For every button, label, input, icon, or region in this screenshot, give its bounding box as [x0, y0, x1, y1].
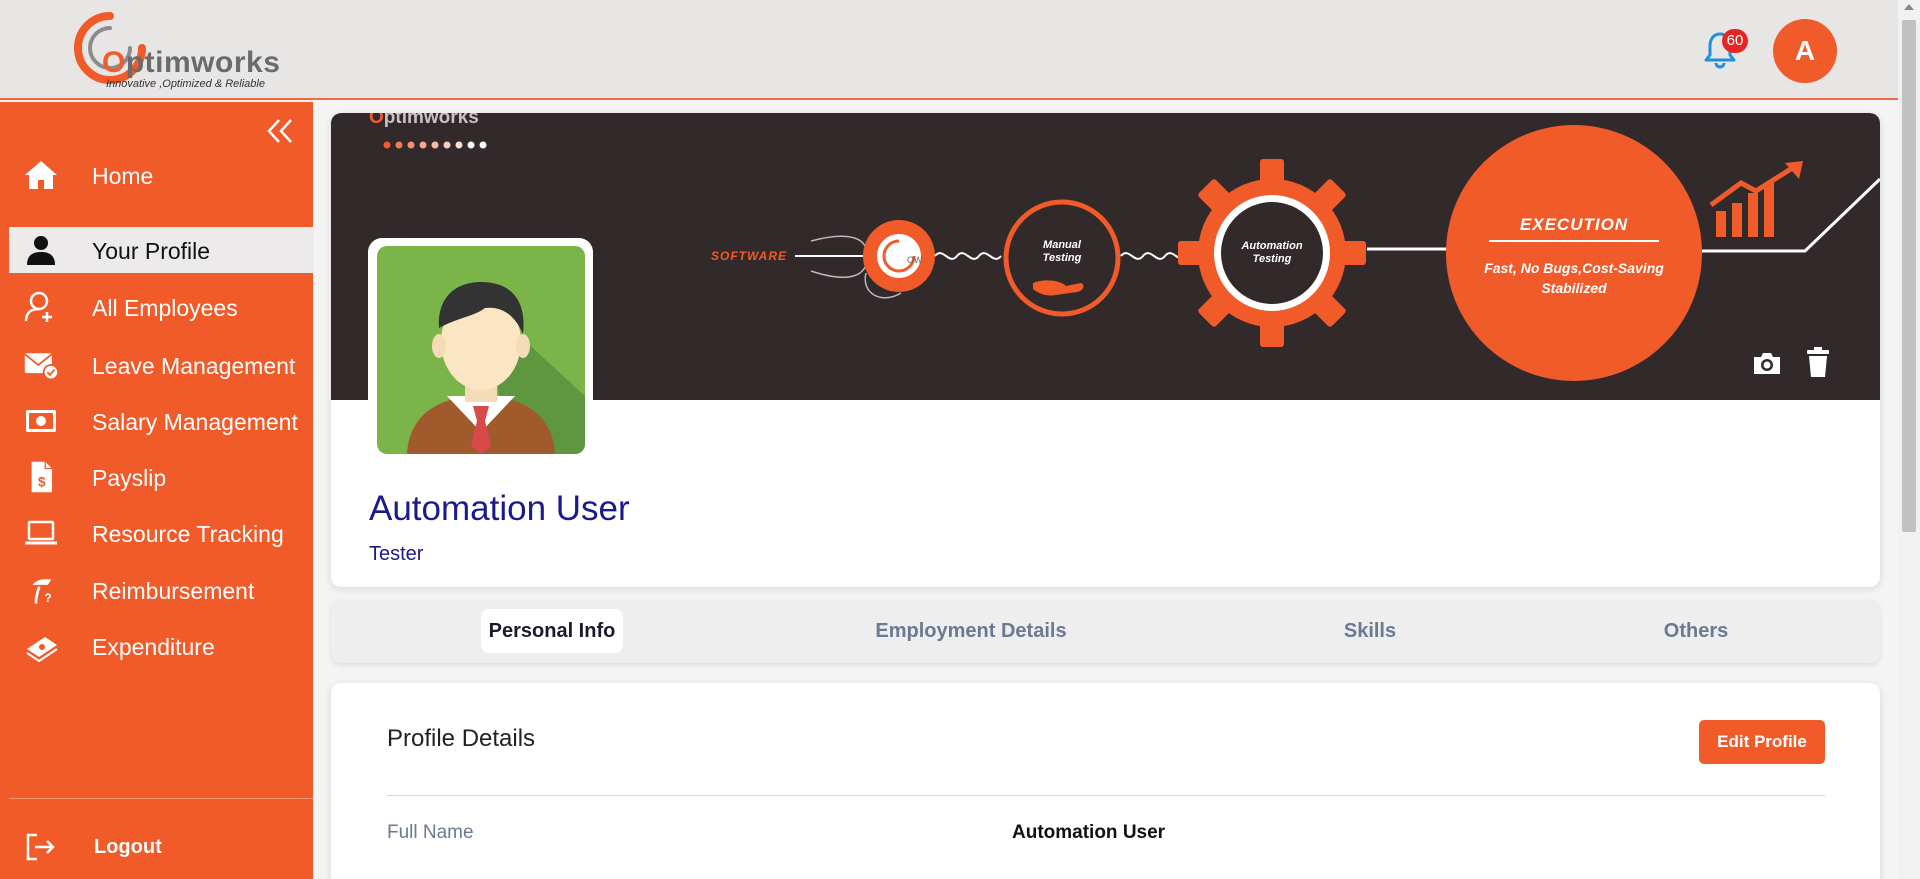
company-logo[interactable]: Optimworks Innovative ,Optimized & Relia… — [70, 8, 290, 92]
cash-stack-icon — [26, 637, 58, 663]
profile-photo[interactable] — [377, 246, 585, 454]
banner-logo: Optimworks — [369, 113, 479, 128]
trash-icon[interactable] — [1805, 346, 1831, 378]
scroll-thumb[interactable] — [1902, 20, 1916, 532]
sidebar-item-leave-management[interactable]: Leave Management — [9, 342, 314, 388]
scroll-up-arrow-icon[interactable] — [1904, 4, 1914, 10]
full-name-label: Full Name — [387, 822, 474, 843]
sidebar-item-salary-management[interactable]: Salary Management — [9, 398, 314, 444]
edit-profile-button[interactable]: Edit Profile — [1699, 720, 1825, 764]
sidebar-item-home[interactable]: Home — [9, 152, 314, 198]
mail-check-icon — [24, 353, 59, 381]
section-title: Profile Details — [387, 725, 536, 752]
execution-line1: Fast, No Bugs,Cost-Saving — [1484, 260, 1664, 276]
sidebar-item-resource-tracking[interactable]: Resource Tracking — [9, 510, 314, 556]
money-icon — [26, 410, 56, 432]
sidebar-item-label: Leave Management — [92, 353, 296, 379]
profile-role: Tester — [369, 543, 424, 565]
sidebar-item-label: Reimbursement — [92, 578, 255, 604]
logout-label: Logout — [94, 836, 162, 858]
sidebar-item-label: Salary Management — [92, 409, 298, 435]
laptop-icon — [25, 520, 57, 545]
execution-circle — [1446, 125, 1702, 381]
growth-chart-icon — [1709, 161, 1803, 237]
banner-dots-icon — [383, 141, 487, 149]
step-software-label: SOFTWARE — [711, 249, 787, 263]
page-scrollbar[interactable] — [1898, 0, 1920, 879]
tab-personal-info[interactable]: Personal Info — [481, 609, 623, 653]
logout-icon — [26, 833, 55, 861]
tab-skills[interactable]: Skills — [1330, 609, 1410, 653]
user-avatar[interactable]: A — [1773, 19, 1837, 83]
sidebar-item-expenditure[interactable]: Expenditure — [9, 623, 314, 669]
tab-employment-details[interactable]: Employment Details — [856, 609, 1086, 653]
sidebar-item-label: Resource Tracking — [92, 521, 284, 547]
sidebar-item-payslip[interactable]: $ Payslip — [9, 454, 314, 500]
svg-text:?: ? — [44, 591, 51, 605]
details-divider — [387, 795, 1825, 796]
reimbursement-icon: ? — [32, 579, 52, 605]
full-name-value: Automation User — [1012, 822, 1166, 843]
profile-tabs: Personal Info Employment Details Skills … — [331, 600, 1880, 663]
users-icon — [24, 291, 52, 322]
payslip-icon: $ — [31, 461, 53, 493]
notification-badge: 60 — [1722, 29, 1748, 53]
step-manual-line2: Testing — [1043, 252, 1082, 264]
top-bar: Optimworks Innovative ,Optimized & Relia… — [0, 0, 1898, 100]
profile-name: Automation User — [369, 489, 630, 528]
svg-text:$: $ — [38, 474, 46, 489]
sidebar: Home Your Profile All Employees Leave Ma… — [0, 102, 314, 879]
profile-card: Optimworks SOFTWARE OW Manual Testing Au… — [331, 113, 1880, 587]
user-icon — [27, 236, 55, 265]
collapse-sidebar-icon[interactable] — [265, 116, 295, 146]
sidebar-item-label: Expenditure — [92, 634, 215, 660]
step-automation-line1: Automation — [1240, 240, 1302, 252]
sidebar-item-all-employees[interactable]: All Employees — [9, 284, 314, 330]
home-icon — [25, 161, 57, 189]
logout-button[interactable]: Logout — [9, 824, 314, 870]
sidebar-item-your-profile[interactable]: Your Profile — [9, 227, 314, 273]
execution-title: EXECUTION — [1520, 215, 1628, 234]
profile-details-card: Profile Details Edit Profile Full Name A… — [331, 683, 1880, 879]
sidebar-divider — [9, 798, 314, 799]
sidebar-item-label: Home — [92, 163, 154, 189]
step-manual-line1: Manual — [1043, 239, 1082, 251]
sidebar-item-label: All Employees — [92, 295, 238, 321]
logo-wordmark: Optimworks — [102, 46, 281, 79]
camera-icon[interactable] — [1751, 349, 1783, 377]
tab-others[interactable]: Others — [1651, 609, 1741, 653]
testing-process-graphic: SOFTWARE OW Manual Testing Automation Te… — [711, 125, 1880, 381]
step-automation-line2: Testing — [1253, 253, 1292, 265]
sidebar-item-reimbursement[interactable]: ? Reimbursement — [9, 567, 314, 613]
execution-line2: Stabilized — [1541, 280, 1607, 296]
logo-tagline: Innovative ,Optimized & Reliable — [106, 78, 265, 90]
sidebar-item-label: Payslip — [92, 465, 167, 491]
sidebar-item-label: Your Profile — [92, 238, 211, 264]
step-ow-label: OW — [907, 255, 923, 265]
